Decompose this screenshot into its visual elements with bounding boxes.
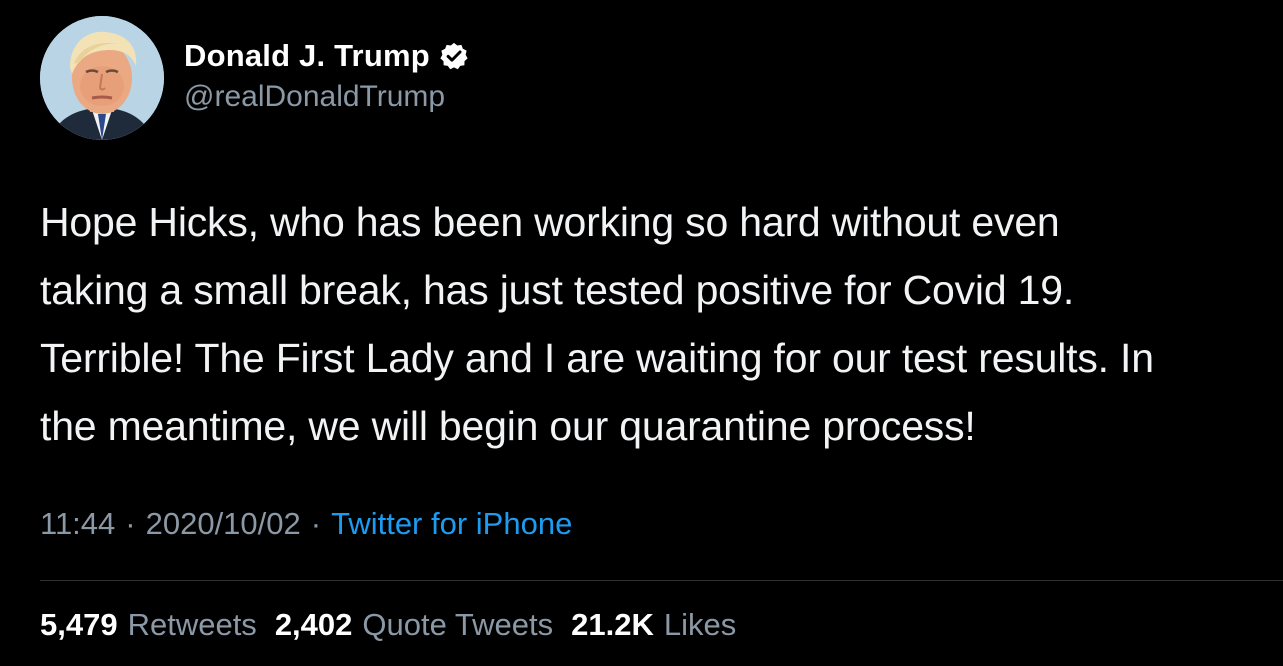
quote-tweets-stat[interactable]: 2,402 Quote Tweets [275,607,553,643]
likes-label: Likes [663,607,737,642]
verified-badge-icon [439,41,469,71]
likes-stat[interactable]: 21.2K Likes [571,607,736,643]
tweet-text-line: Hope Hicks, who has been working so hard… [40,199,1060,245]
tweet-text-line: the meantime, we will begin our quaranti… [40,403,976,449]
tweet-stats: 5,479 Retweets 2,402 Quote Tweets 21.2K … [40,607,754,643]
divider [40,580,1283,581]
display-name-row: Donald J. Trump [184,34,469,78]
quote-tweets-label: Quote Tweets [362,607,554,642]
tweet-time[interactable]: 11:44 [40,506,115,542]
likes-count: 21.2K [571,607,654,642]
author-avatar[interactable] [40,16,164,140]
author-handle[interactable]: @realDonaldTrump [184,80,469,114]
meta-separator: · [310,506,322,541]
quote-tweets-count: 2,402 [274,607,353,642]
tweet-date[interactable]: 2020/10/02 [146,506,301,542]
retweets-label: Retweets [127,607,257,642]
tweet-source-link[interactable]: Twitter for iPhone [331,506,572,542]
tweet-header: Donald J. Trump @realDonaldTrump [40,16,469,140]
profile-photo-icon [40,16,164,140]
tweet-meta: 11:44 · 2020/10/02 · Twitter for iPhone [40,506,572,542]
meta-separator: · [125,506,136,541]
tweet-text-line: taking a small break, has just tested po… [40,267,1075,313]
tweet-detail: Donald J. Trump @realDonaldTrump Hope Hi… [0,0,1283,666]
retweets-count: 5,479 [40,607,118,642]
retweets-stat[interactable]: 5,479 Retweets [40,607,257,643]
author-names: Donald J. Trump @realDonaldTrump [184,34,469,114]
tweet-text-line: Terrible! The First Lady and I are waiti… [40,335,1154,381]
tweet-text: Hope Hicks, who has been working so hard… [40,188,1280,460]
author-display-name[interactable]: Donald J. Trump [184,38,430,74]
